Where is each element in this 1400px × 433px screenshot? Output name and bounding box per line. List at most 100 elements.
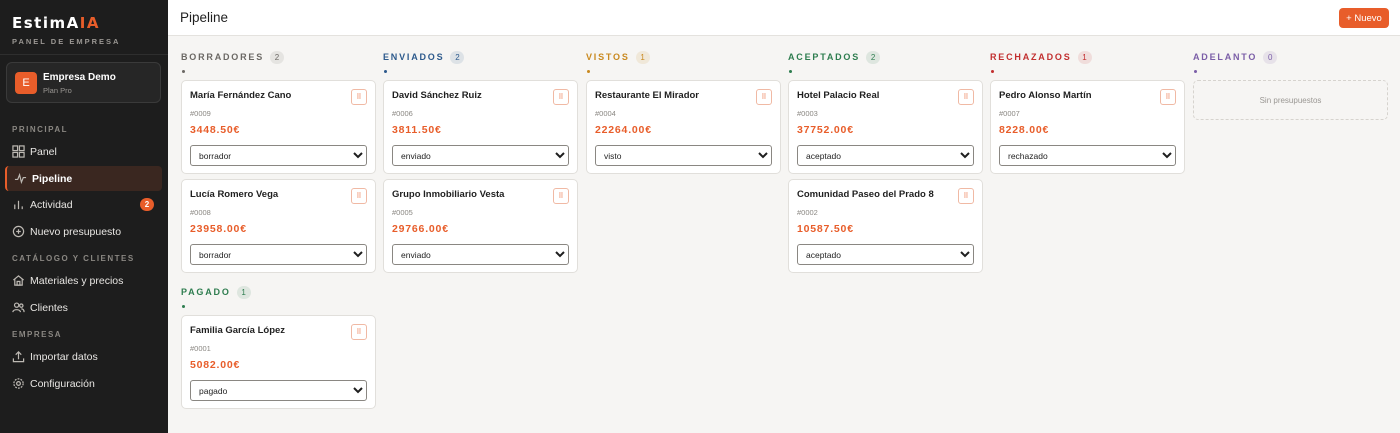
column-status-dot xyxy=(182,70,185,73)
drag-handle-icon[interactable]: ⠿ xyxy=(553,188,569,204)
sidebar-item-label: Panel xyxy=(30,145,57,158)
sidebar-item-label: Materiales y precios xyxy=(30,274,124,287)
status-select[interactable]: borradorenviadovistoaceptadorechazadoade… xyxy=(595,145,772,166)
card-amount: 10587.50€ xyxy=(797,223,854,235)
column-count-badge: 1 xyxy=(236,285,251,299)
card-client-name: Grupo Inmobiliario Vesta xyxy=(392,189,505,200)
column-header-rechazados: RECHAZADOS 1 xyxy=(990,50,1092,64)
card-reference: #0005 xyxy=(392,208,413,217)
status-select[interactable]: borradorenviadovistoaceptadorechazadoade… xyxy=(797,145,974,166)
sidebar-item-label: Actividad xyxy=(30,198,73,211)
drag-handle-icon[interactable]: ⠿ xyxy=(351,188,367,204)
sidebar-item-materiales[interactable]: Materiales y precios xyxy=(5,268,162,293)
budget-card[interactable]: Lucía Romero Vega ⠿ #0008 23958.00€ borrador… xyxy=(181,179,376,273)
drag-handle-icon[interactable]: ⠿ xyxy=(351,89,367,105)
card-reference: #0004 xyxy=(595,109,616,118)
card-reference: #0002 xyxy=(797,208,818,217)
column-header-enviados: ENVIADOS 2 xyxy=(383,50,465,64)
column-title: RECHAZADOS xyxy=(990,52,1072,62)
card-client-name: María Fernández Cano xyxy=(190,90,292,101)
status-select[interactable]: borradorenviadovistoaceptadorechazadoade… xyxy=(392,145,569,166)
empty-column-placeholder: Sin presupuestos xyxy=(1193,80,1388,120)
column-title: VISTOS xyxy=(586,52,630,62)
drag-handle-icon[interactable]: ⠿ xyxy=(553,89,569,105)
status-select[interactable]: borradorenviadovistoaceptadorechazadoade… xyxy=(999,145,1176,166)
new-budget-button[interactable]: + Nuevo xyxy=(1339,8,1389,28)
column-count-badge: 0 xyxy=(1263,50,1278,64)
sidebar-item-clientes[interactable]: Clientes xyxy=(5,295,162,320)
drag-handle-icon[interactable]: ⠿ xyxy=(1160,89,1176,105)
app-logo[interactable]: EstimAIA xyxy=(12,14,100,32)
section-label-catalogo: CATÁLOGO Y CLIENTES xyxy=(12,254,135,263)
column-header-pagado: PAGADO 1 xyxy=(181,285,251,299)
column-title: ENVIADOS xyxy=(383,52,445,62)
card-amount: 3448.50€ xyxy=(190,124,241,136)
sidebar-item-pipeline[interactable]: Pipeline xyxy=(5,166,162,191)
company-plan: Plan Pro xyxy=(43,86,72,95)
company-switcher[interactable]: E Empresa Demo Plan Pro xyxy=(6,62,161,103)
card-amount: 3811.50€ xyxy=(392,124,442,136)
card-amount: 23958.00€ xyxy=(190,223,247,235)
column-title: PAGADO xyxy=(181,287,231,297)
budget-card[interactable]: Familia García López ⠿ #0001 5082.00€ borrad… xyxy=(181,315,376,409)
budget-card[interactable]: Hotel Palacio Real ⠿ #0003 37752.00€ borrado… xyxy=(788,80,983,174)
budget-card[interactable]: María Fernández Cano ⠿ #0009 3448.50€ borrad… xyxy=(181,80,376,174)
card-client-name: Pedro Alonso Martín xyxy=(999,90,1092,101)
status-select[interactable]: borradorenviadovistoaceptadorechazadoade… xyxy=(797,244,974,265)
sidebar-item-importar[interactable]: Importar datos xyxy=(5,344,162,369)
upload-icon xyxy=(12,350,25,363)
status-select[interactable]: borradorenviadovistoaceptadorechazadoade… xyxy=(190,244,367,265)
column-status-dot xyxy=(789,70,792,73)
column-title: ACEPTADOS xyxy=(788,52,861,62)
drag-handle-icon[interactable]: ⠿ xyxy=(756,89,772,105)
company-avatar: E xyxy=(15,72,37,94)
home-icon xyxy=(12,274,25,287)
sidebar-item-nuevo-presupuesto[interactable]: Nuevo presupuesto xyxy=(5,219,162,244)
status-select[interactable]: borradorenviadovistoaceptadorechazadoade… xyxy=(190,145,367,166)
budget-card[interactable]: Grupo Inmobiliario Vesta ⠿ #0005 29766.00€ b… xyxy=(383,179,578,273)
card-client-name: Lucía Romero Vega xyxy=(190,189,279,200)
column-header-vistos: VISTOS 1 xyxy=(586,50,650,64)
column-header-adelanto: ADELANTO 0 xyxy=(1193,50,1278,64)
budget-card[interactable]: Restaurante El Mirador ⠿ #0004 22264.00€ bor… xyxy=(586,80,781,174)
sidebar: EstimAIA PANEL DE EMPRESA E Empresa Demo… xyxy=(0,0,168,433)
card-client-name: Restaurante El Mirador xyxy=(595,90,699,101)
card-client-name: Comunidad Paseo del Prado 8 xyxy=(797,189,934,200)
budget-card[interactable]: Comunidad Paseo del Prado 8 ⠿ #0002 10587.5… xyxy=(788,179,983,273)
gear-icon xyxy=(12,377,25,390)
bar-chart-icon xyxy=(12,198,25,211)
sidebar-item-configuracion[interactable]: Configuración xyxy=(5,371,162,396)
card-reference: #0006 xyxy=(392,109,413,118)
status-select[interactable]: borradorenviadovistoaceptadorechazadoade… xyxy=(392,244,569,265)
card-amount: 5082.00€ xyxy=(190,359,241,371)
column-status-dot xyxy=(587,70,590,73)
sidebar-item-label: Importar datos xyxy=(30,350,98,363)
budget-card[interactable]: David Sánchez Ruiz ⠿ #0006 3811.50€ borrador… xyxy=(383,80,578,174)
card-client-name: David Sánchez Ruiz xyxy=(392,90,482,101)
card-reference: #0001 xyxy=(190,344,211,353)
sidebar-item-panel[interactable]: Panel xyxy=(5,139,162,164)
section-label-empresa: EMPRESA xyxy=(12,330,63,339)
column-count-badge: 2 xyxy=(866,50,881,64)
budget-card[interactable]: Pedro Alonso Martín ⠿ #0007 8228.00€ borrado… xyxy=(990,80,1185,174)
card-amount: 37752.00€ xyxy=(797,124,854,136)
grid-icon xyxy=(12,145,25,158)
column-count-badge: 2 xyxy=(450,50,465,64)
users-icon xyxy=(12,301,25,314)
card-reference: #0003 xyxy=(797,109,818,118)
drag-handle-icon[interactable]: ⠿ xyxy=(958,89,974,105)
column-header-aceptados: ACEPTADOS 2 xyxy=(788,50,881,64)
section-label-principal: PRINCIPAL xyxy=(12,125,69,134)
activity-icon xyxy=(14,172,27,185)
status-select[interactable]: borradorenviadovistoaceptadorechazadoade… xyxy=(190,380,367,401)
column-status-dot xyxy=(991,70,994,73)
page-title: Pipeline xyxy=(180,10,229,25)
drag-handle-icon[interactable]: ⠿ xyxy=(958,188,974,204)
column-title: BORRADORES xyxy=(181,52,265,62)
column-status-dot xyxy=(182,305,185,308)
sidebar-item-actividad[interactable]: Actividad 2 xyxy=(5,192,162,217)
sidebar-item-label: Nuevo presupuesto xyxy=(30,225,122,238)
card-reference: #0009 xyxy=(190,109,211,118)
activity-count-badge: 2 xyxy=(140,198,154,211)
drag-handle-icon[interactable]: ⠿ xyxy=(351,324,367,340)
